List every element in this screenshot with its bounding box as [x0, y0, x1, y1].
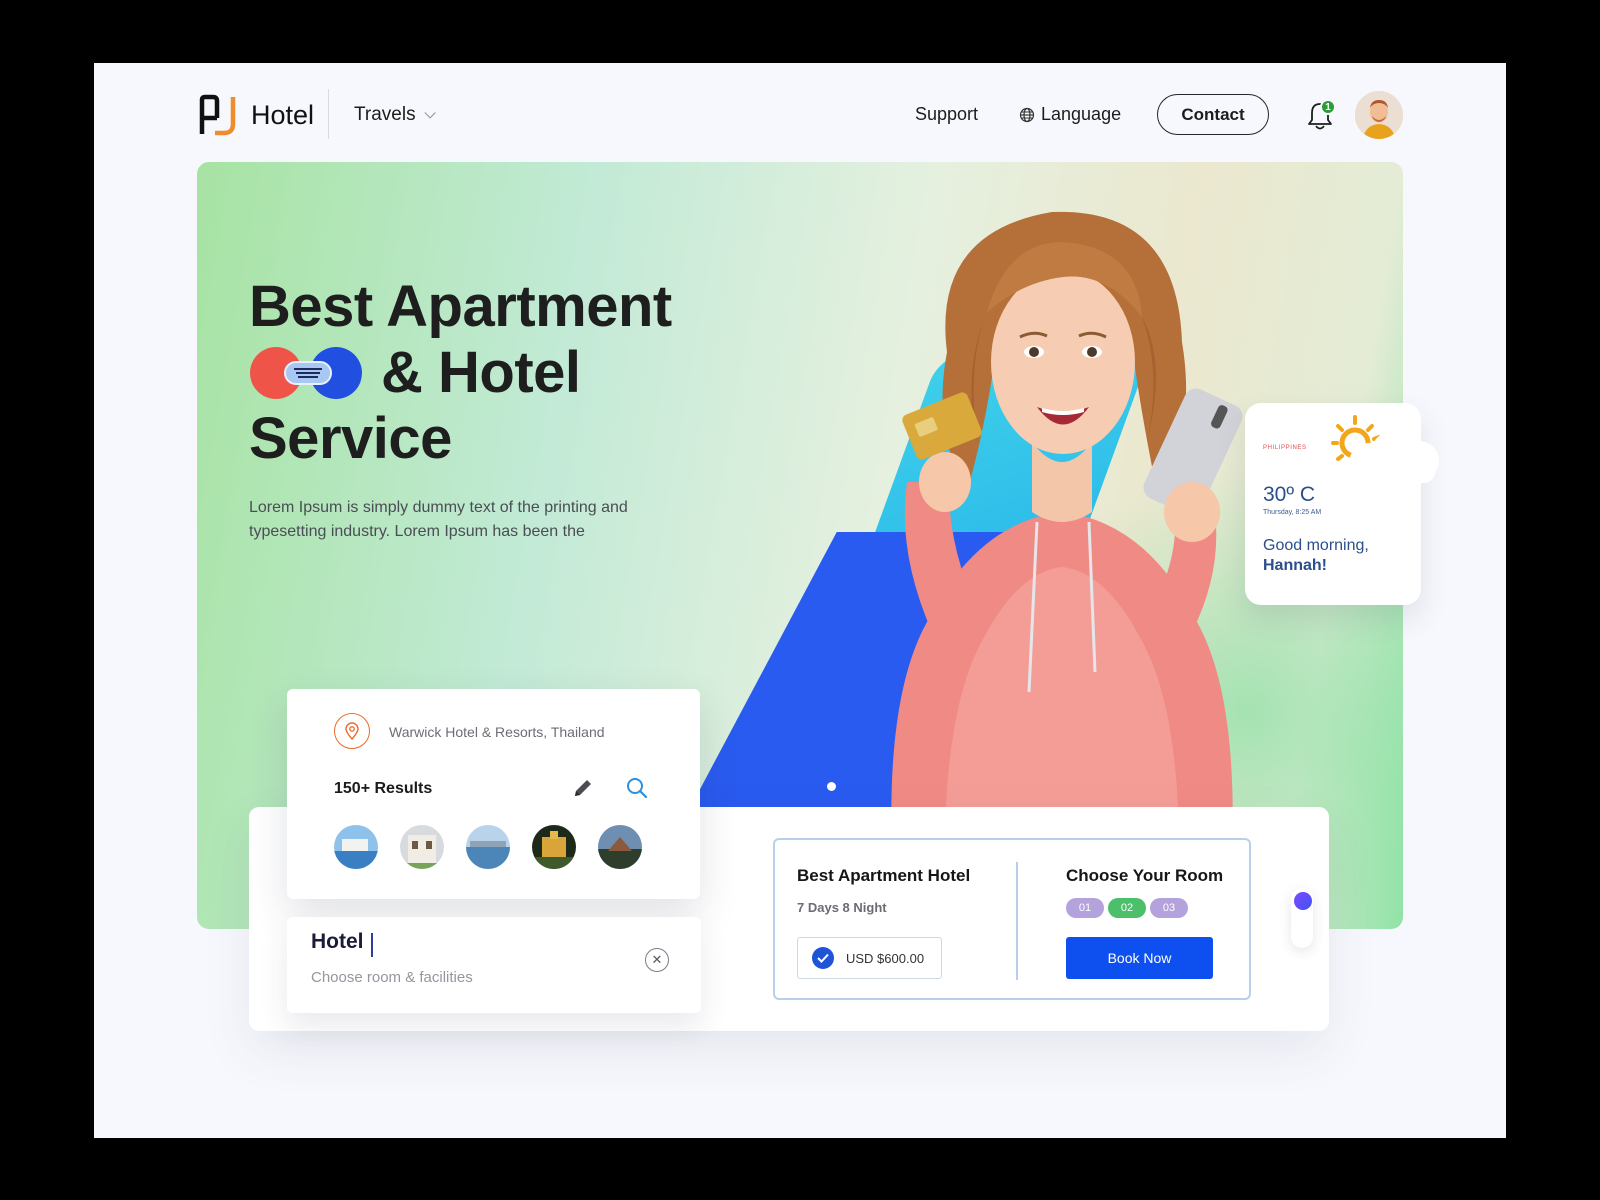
edit-icon[interactable] [572, 777, 594, 799]
weather-temperature: 30º C [1263, 483, 1316, 506]
weather-card: PHILIPPINES 30º C Thursday, 8:25 AM Good… [1245, 403, 1439, 605]
offer-duration: 7 Days 8 Night [797, 900, 887, 915]
room-tabs: 01 02 03 [1066, 898, 1188, 918]
room-tab-03[interactable]: 03 [1150, 898, 1188, 918]
hotel-thumbnail-3[interactable] [466, 825, 510, 869]
hotel-thumbnail-4[interactable] [532, 825, 576, 869]
brand-name: Hotel [251, 99, 315, 130]
nav-language[interactable]: Language [1019, 104, 1121, 125]
brand-logo-icon [199, 94, 236, 136]
hotel-thumbnail-2[interactable] [400, 825, 444, 869]
hero-title-line2: & Hotel [381, 340, 581, 405]
search-results-card: Warwick Hotel & Resorts, Thailand 150+ R… [287, 689, 700, 899]
search-subtitle: Choose room & facilities [311, 969, 473, 986]
close-icon: ✕ [651, 952, 663, 967]
price-value: USD $600.00 [846, 950, 925, 966]
location-text: Warwick Hotel & Resorts, Thailand [389, 724, 605, 740]
weather-greeting: Good morning, Hannah! [1263, 536, 1369, 576]
location-pin-icon [345, 722, 359, 740]
hero-title-line1: Best Apartment [249, 274, 672, 339]
globe-icon [1019, 107, 1035, 122]
weather-user-name: Hannah! [1263, 557, 1327, 574]
hero-description: Lorem Ipsum is simply dummy text of the … [249, 499, 628, 540]
chevron-down-icon [424, 107, 436, 119]
header-divider [328, 89, 329, 139]
hero-title-line3: Service [249, 406, 452, 471]
nav-travels-dropdown[interactable]: Travels [354, 104, 436, 126]
weather-country: PHILIPPINES [1263, 445, 1307, 451]
price-selector[interactable]: USD $600.00 [797, 937, 942, 979]
offer-title: Best Apartment Hotel [797, 866, 971, 885]
offer-divider [1016, 862, 1018, 980]
hero-title: Best Apartment & Hotel Service [249, 274, 672, 472]
location-pin-badge [334, 713, 370, 749]
hotel-thumbnail-1[interactable] [334, 825, 378, 869]
notification-badge: 1 [1320, 99, 1336, 115]
offer-card: Best Apartment Hotel 7 Days 8 Night USD … [773, 838, 1251, 1000]
room-tab-01[interactable]: 01 [1066, 898, 1104, 918]
hotel-thumbnail-5[interactable] [598, 825, 642, 869]
nav-language-label: Language [1041, 104, 1122, 124]
results-count: 150+ Results [334, 780, 433, 797]
book-now-button[interactable]: Book Now [1066, 937, 1213, 979]
room-title: Choose Your Room [1066, 866, 1224, 885]
check-icon [812, 947, 834, 969]
user-avatar[interactable] [1355, 91, 1403, 139]
text-caret [371, 933, 373, 957]
weather-greeting-text: Good morning, [1263, 537, 1369, 554]
hero-title-line2-row: & Hotel [249, 340, 672, 406]
hotel-search-input[interactable] [311, 930, 611, 954]
clear-search-button[interactable]: ✕ [645, 948, 669, 972]
nav-travels-label: Travels [354, 104, 416, 125]
room-tab-02[interactable]: 02 [1108, 898, 1146, 918]
brand-logo[interactable]: Hotel [199, 94, 314, 136]
nav-support[interactable]: Support [915, 104, 978, 125]
scroll-toggle-knob[interactable] [1294, 892, 1312, 910]
toggle-pill-icon [250, 347, 362, 399]
page: Hotel Travels Support Language Contact 1 [94, 63, 1506, 1138]
avatar-image [1355, 91, 1403, 139]
decor-dot [827, 782, 836, 791]
cloud-icon [1349, 431, 1439, 483]
contact-button[interactable]: Contact [1157, 94, 1269, 135]
search-input-card: Choose room & facilities ✕ [287, 917, 701, 1013]
weather-datetime: Thursday, 8:25 AM [1263, 509, 1322, 516]
search-icon[interactable] [626, 777, 648, 799]
